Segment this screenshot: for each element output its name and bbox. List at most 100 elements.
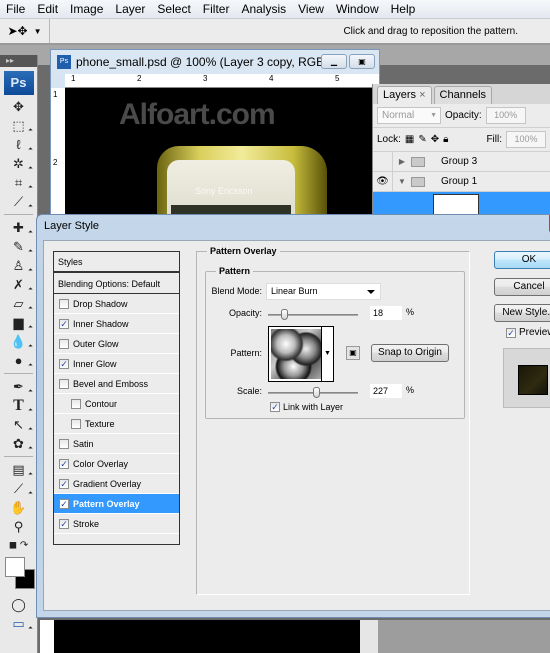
vertical-scrollbar[interactable] [360,620,378,653]
style-item-inner-shadow[interactable]: ✓ Inner Shadow [54,314,179,334]
path-selection-tool-icon[interactable]: ↖ [2,415,36,434]
lock-position-icon[interactable]: ✥ [431,134,439,145]
opacity-slider[interactable] [268,309,358,320]
ps-logo[interactable]: Ps [3,71,34,95]
style-checkbox[interactable] [59,338,69,349]
style-checkbox[interactable] [59,378,69,389]
menu-window[interactable]: Window [330,2,385,16]
dialog-title[interactable]: Layer Style [37,215,550,238]
history-brush-tool-icon[interactable]: ✗ [2,275,36,294]
magic-wand-tool-icon[interactable]: ✲ [2,154,36,173]
style-item-pattern-overlay[interactable]: ✓ Pattern Overlay [54,494,179,514]
style-checkbox[interactable]: ✓ [59,358,69,369]
scale-slider-thumb[interactable] [313,387,321,398]
menu-filter[interactable]: Filter [197,2,236,16]
blur-tool-icon[interactable]: 💧 [2,332,36,351]
lock-transparency-icon[interactable]: ▦ [405,134,414,145]
preview-checkbox[interactable]: ✓ [506,327,516,338]
style-item-stroke[interactable]: ✓ Stroke [54,514,179,534]
fill-field[interactable]: 100% [506,131,546,148]
style-item-texture[interactable]: Texture [54,414,179,434]
tab-channels[interactable]: Channels [433,86,493,104]
chevron-down-icon[interactable]: ▼ [321,327,333,381]
tab-layers[interactable]: Layers × [377,86,432,104]
style-item-drop-shadow[interactable]: Drop Shadow [54,294,179,314]
slice-tool-icon[interactable]: ⟋ [2,192,36,211]
ok-button[interactable]: OK [494,251,550,269]
menu-view[interactable]: View [292,2,330,16]
vertical-ruler[interactable]: 1 2 [51,88,65,218]
visibility-toggle[interactable] [373,152,393,171]
maximize-button[interactable]: ▣ [349,54,375,69]
dodge-tool-icon[interactable]: ● [2,351,36,370]
lasso-tool-icon[interactable]: ℓ [2,135,36,154]
cancel-button[interactable]: Cancel [494,278,550,296]
style-checkbox[interactable]: ✓ [59,318,69,329]
marquee-tool-icon[interactable]: ⬚ [2,116,36,135]
menu-select[interactable]: Select [151,2,196,16]
style-item-bevel-and-emboss[interactable]: Bevel and Emboss [54,374,179,394]
tool-preset-picker[interactable]: ➤✥ ▼ [0,19,50,43]
menu-layer[interactable]: Layer [109,2,151,16]
style-checkbox[interactable]: ✓ [59,458,69,469]
styles-header[interactable]: Styles [54,252,179,273]
style-checkbox[interactable] [71,418,81,429]
link-with-layer-checkbox[interactable]: ✓ [270,402,280,412]
menu-analysis[interactable]: Analysis [235,2,292,16]
eyedropper-tool-icon[interactable]: ⟋ [2,479,36,498]
horizontal-ruler[interactable]: 1 2 3 4 5 [65,74,379,88]
style-checkbox[interactable]: ✓ [59,498,69,509]
style-item-inner-glow[interactable]: ✓ Inner Glow [54,354,179,374]
style-checkbox[interactable] [59,298,69,309]
style-item-color-overlay[interactable]: ✓ Color Overlay [54,454,179,474]
blend-mode-select[interactable]: Linear Burn [266,283,381,300]
layer-group-row[interactable]: 👁︎ ▼ Group 1 [373,172,550,192]
close-icon[interactable]: × [419,89,425,101]
opacity-input[interactable]: 18 [370,306,402,320]
opacity-field[interactable]: 100% [485,107,526,124]
style-item-gradient-overlay[interactable]: ✓ Gradient Overlay [54,474,179,494]
menu-help[interactable]: Help [385,2,422,16]
menu-file[interactable]: File [0,2,31,16]
gradient-tool-icon[interactable]: ▆ [2,313,36,332]
lock-all-icon[interactable]: 🔒︎ [443,134,448,145]
toolbox-grip[interactable]: ▸▸ [0,55,37,67]
notes-tool-icon[interactable]: ▤ [2,460,36,479]
collapse-arrow-icon[interactable]: ▼ [393,177,411,186]
style-item-outer-glow[interactable]: Outer Glow [54,334,179,354]
type-tool-icon[interactable]: T [2,396,36,415]
blending-options-item[interactable]: Blending Options: Default [54,274,179,294]
style-checkbox[interactable]: ✓ [59,478,69,489]
foreground-color-swatch[interactable] [4,557,25,577]
hand-tool-icon[interactable]: ✋ [2,498,36,517]
opacity-slider-thumb[interactable] [281,309,289,320]
blend-mode-select[interactable]: Normal ▼ [377,107,441,124]
layer-group-row[interactable]: ▶ Group 3 [373,152,550,172]
style-item-satin[interactable]: Satin [54,434,179,454]
lock-pixels-icon[interactable]: ✎ [418,134,426,145]
menu-edit[interactable]: Edit [31,2,64,16]
style-checkbox[interactable] [71,398,81,409]
pattern-picker[interactable]: ▼ [268,326,334,382]
brush-tool-icon[interactable]: ✎ [2,237,36,256]
eraser-tool-icon[interactable]: ▱ [2,294,36,313]
eye-icon[interactable]: 👁︎ [373,172,393,191]
move-tool-icon[interactable]: ✥ [2,97,36,116]
clone-stamp-tool-icon[interactable]: ♙ [2,256,36,275]
snap-to-origin-button[interactable]: Snap to Origin [371,344,449,362]
scale-input[interactable]: 227 [370,384,402,398]
swap-colors-icon[interactable]: ◼ ↷ [2,536,36,555]
crop-tool-icon[interactable]: ⌗ [2,173,36,192]
healing-brush-tool-icon[interactable]: ✚ [2,218,36,237]
preview-row[interactable]: ✓ Preview [506,327,550,338]
screen-mode-icon[interactable]: ▭ [2,614,36,633]
image-canvas[interactable]: Alfoart.com Sony Ericsson [65,88,379,218]
quick-mask-icon[interactable]: ◯ [2,595,36,614]
pen-tool-icon[interactable]: ✒ [2,377,36,396]
scale-slider[interactable] [268,387,358,398]
style-checkbox[interactable]: ✓ [59,518,69,529]
create-preset-icon[interactable]: ▣ [346,346,360,360]
minimize-button[interactable]: ▁ [321,54,347,69]
link-with-layer-row[interactable]: ✓ Link with Layer [270,402,343,412]
style-checkbox[interactable] [59,438,69,449]
